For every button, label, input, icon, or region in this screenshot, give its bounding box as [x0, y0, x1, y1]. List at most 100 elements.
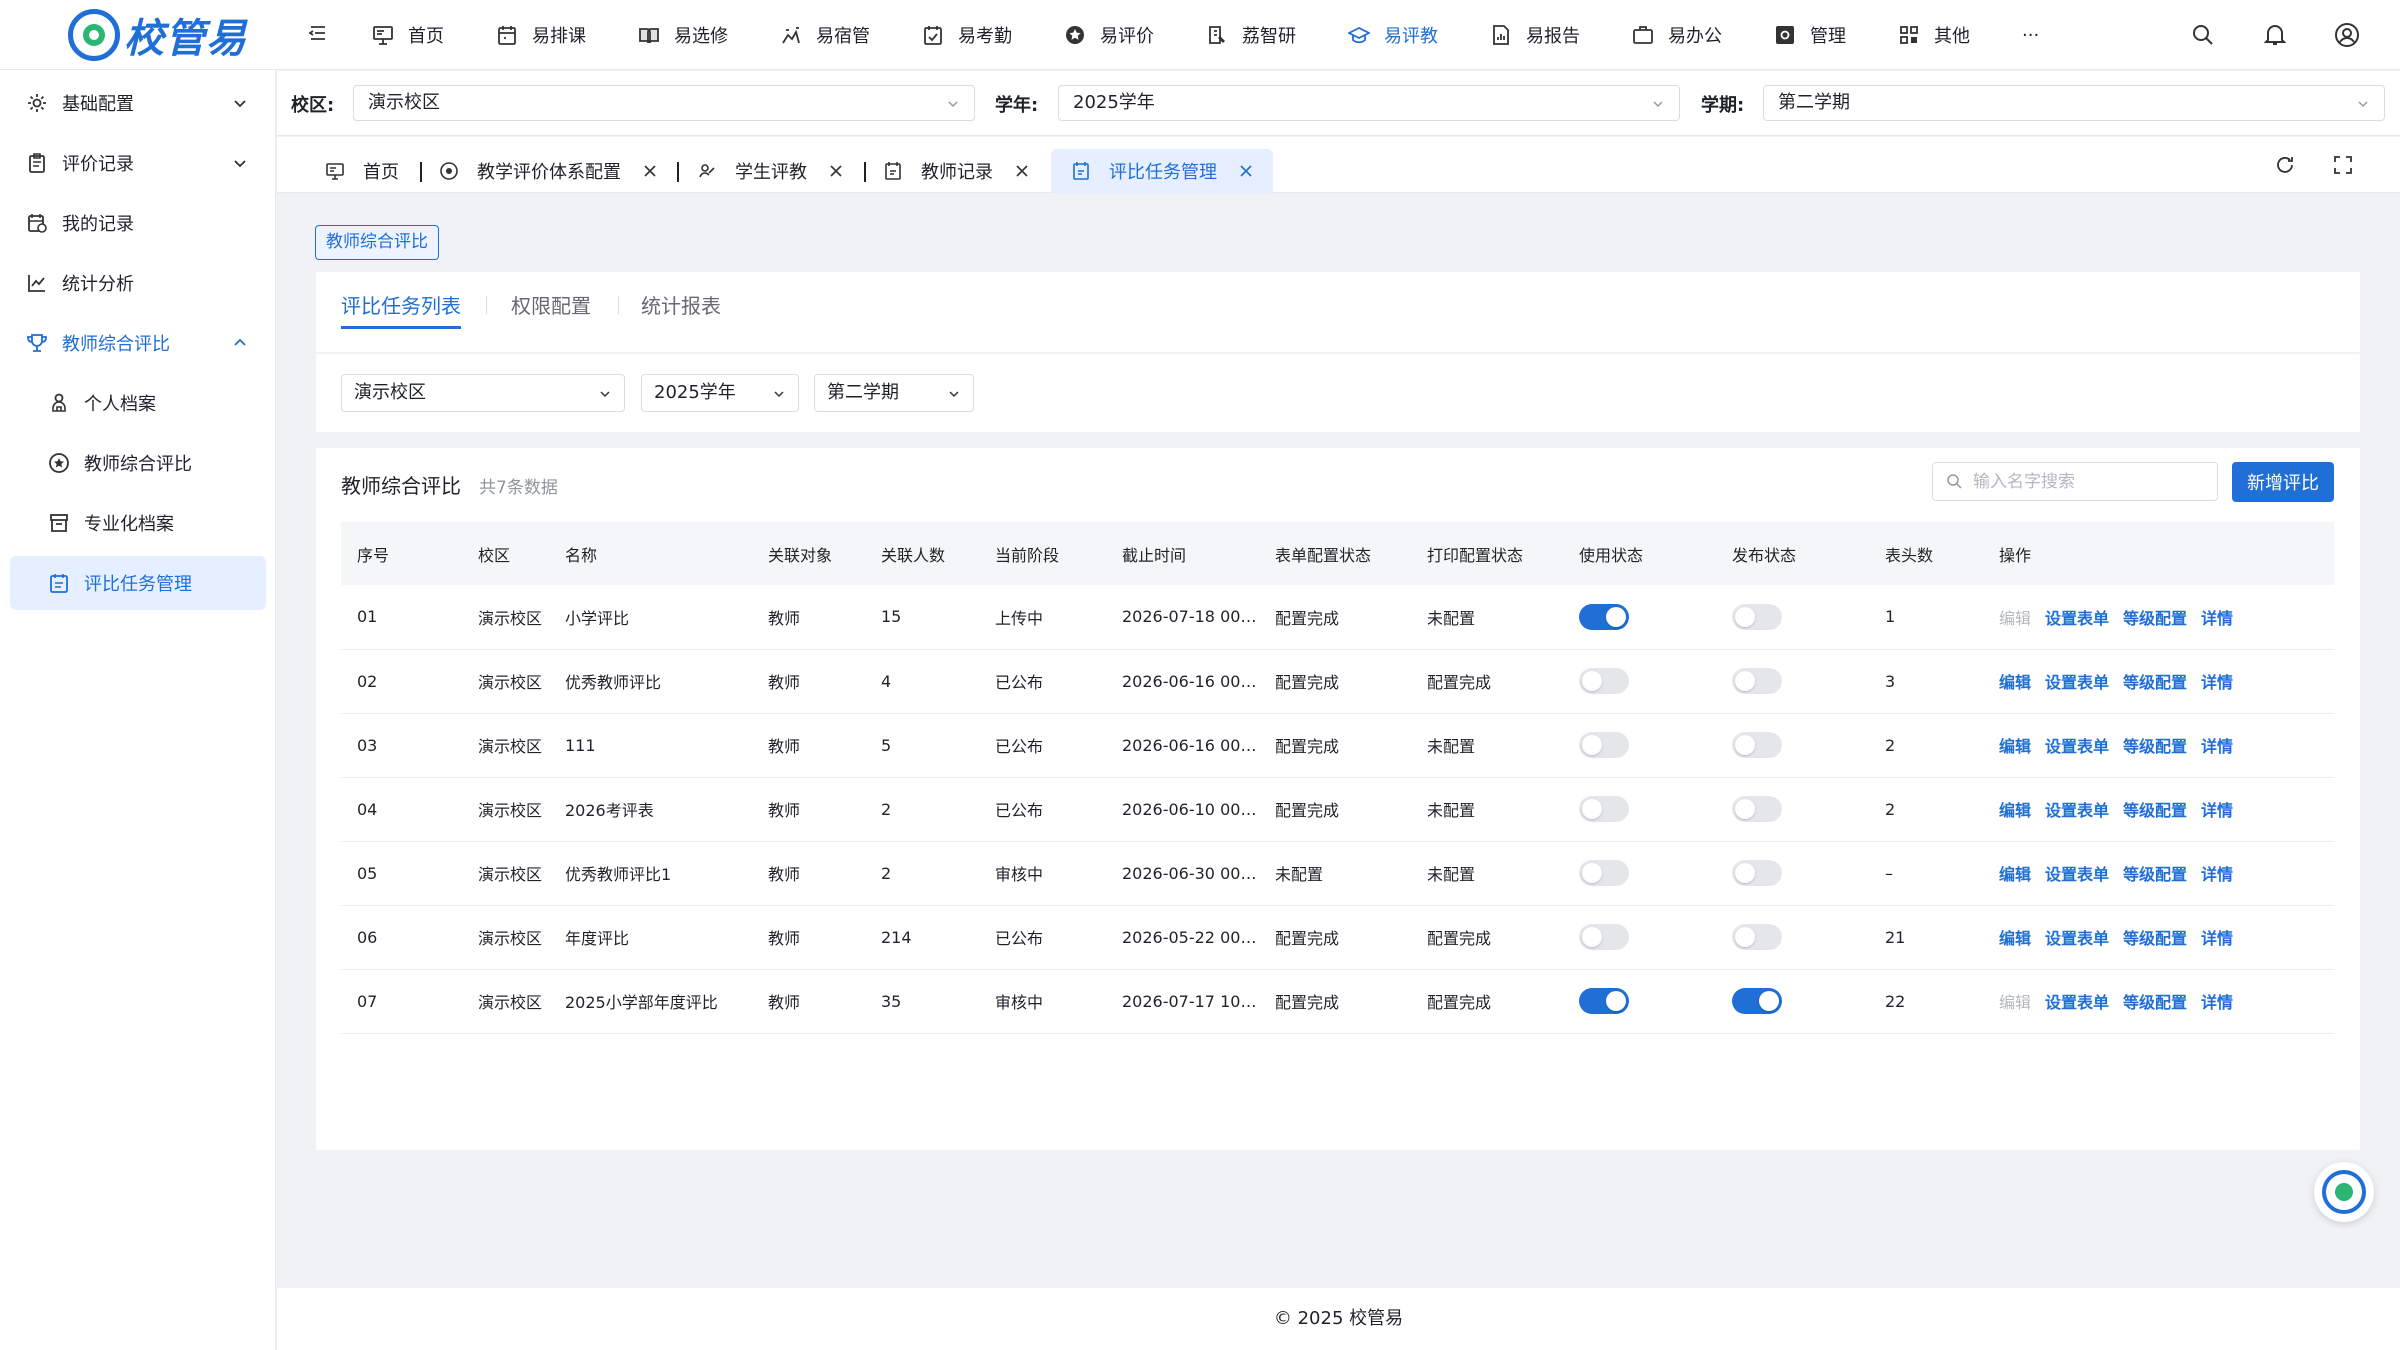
sidebar-item-task-management[interactable]: 评比任务管理 [10, 556, 266, 610]
use-status-toggle[interactable] [1579, 732, 1629, 758]
publish-status-toggle[interactable] [1732, 860, 1782, 886]
grade-config-link[interactable]: 等级配置 [2123, 993, 2187, 1012]
nav-item-3[interactable]: 易宿管 [780, 0, 870, 70]
detail-link[interactable]: 详情 [2201, 609, 2233, 628]
nav-item-label: 管理 [1810, 26, 1846, 47]
grade-config-link[interactable]: 等级配置 [2123, 737, 2187, 756]
subtab-permissions[interactable]: 权限配置 [511, 290, 591, 319]
publish-status-toggle[interactable] [1732, 603, 1782, 630]
use-status-toggle[interactable] [1579, 603, 1629, 630]
nav-item-6[interactable]: 荔智研 [1206, 0, 1296, 70]
sidebar-item-professional-file[interactable]: 专业化档案 [0, 496, 276, 550]
use-status-toggle[interactable] [1579, 988, 1629, 1014]
search-icon[interactable] [2190, 22, 2216, 48]
use-status-toggle[interactable] [1579, 860, 1629, 886]
bell-icon[interactable] [2262, 22, 2288, 48]
sidebar-item-eval-records[interactable]: 评价记录 [0, 136, 276, 190]
sidebar-item-basic-config[interactable]: 基础配置 [0, 76, 276, 130]
table-row: 04 演示校区 2026考评表 教师 2 已公布 2026-06-10 00:... 配置完成… [341, 777, 2334, 842]
publish-status-toggle[interactable] [1732, 924, 1782, 950]
tab-home[interactable]: 首页 [325, 149, 399, 193]
cell-print-status: 配置完成 [1411, 905, 1563, 970]
grade-config-link[interactable]: 等级配置 [2123, 865, 2187, 884]
nav-item-2[interactable]: 易选修 [638, 0, 728, 70]
nav-item-10[interactable]: 管理 [1774, 0, 1846, 70]
list-campus-select[interactable]: 演示校区 [341, 374, 625, 412]
year-select[interactable]: 2025学年 [1058, 85, 1680, 121]
fullscreen-icon[interactable] [2331, 153, 2355, 177]
calendar-record-icon [28, 214, 47, 233]
detail-link[interactable]: 详情 [2201, 865, 2233, 884]
set-form-link[interactable]: 设置表单 [2045, 929, 2109, 948]
nav-item-1[interactable]: 易排课 [496, 0, 586, 70]
detail-link[interactable]: 详情 [2201, 737, 2233, 756]
set-form-link[interactable]: 设置表单 [2045, 673, 2109, 692]
use-status-toggle[interactable] [1579, 924, 1629, 950]
list-term-select[interactable]: 第二学期 [814, 374, 974, 412]
detail-link[interactable]: 详情 [2201, 673, 2233, 692]
nav-item-9[interactable]: 易办公 [1632, 0, 1722, 70]
campus-select[interactable]: 演示校区 [353, 85, 975, 121]
task-list-icon [50, 574, 68, 593]
floating-assistant-button[interactable] [2314, 1162, 2374, 1222]
close-icon[interactable] [1239, 164, 1253, 178]
user-avatar-icon[interactable] [2334, 22, 2360, 48]
close-icon[interactable] [643, 164, 657, 178]
nav-item-4[interactable]: 易考勤 [922, 0, 1012, 70]
nav-item-8[interactable]: 易报告 [1490, 0, 1580, 70]
term-select[interactable]: 第二学期 [1763, 85, 2385, 121]
publish-status-toggle[interactable] [1732, 988, 1782, 1014]
edit-link[interactable]: 编辑 [1999, 929, 2031, 948]
sidebar-item-teacher-ranking[interactable]: 教师综合评比 [0, 316, 276, 370]
grade-config-link[interactable]: 等级配置 [2123, 929, 2187, 948]
cell-count: 15 [865, 585, 979, 650]
tab-task-management[interactable]: 评比任务管理 [1051, 149, 1273, 193]
edit-link[interactable]: 编辑 [1999, 673, 2031, 692]
detail-link[interactable]: 详情 [2201, 993, 2233, 1012]
sidebar-item-teacher-ranking-sub[interactable]: 教师综合评比 [0, 436, 276, 490]
cell-count: 2 [865, 777, 979, 842]
publish-status-toggle[interactable] [1732, 732, 1782, 758]
nav-item-11[interactable]: 其他 [1898, 0, 1970, 70]
term-select-value: 第二学期 [1778, 92, 1850, 113]
sidebar-item-stats[interactable]: 统计分析 [0, 256, 276, 310]
nav-item-7[interactable]: 易评教 [1346, 0, 1438, 70]
close-icon[interactable] [829, 164, 843, 178]
close-icon[interactable] [1015, 164, 1029, 178]
search-input[interactable] [1973, 465, 2209, 498]
set-form-link[interactable]: 设置表单 [2045, 993, 2109, 1012]
nav-item-12[interactable]: ··· [2022, 0, 2039, 70]
publish-status-toggle[interactable] [1732, 796, 1782, 822]
edit-link[interactable]: 编辑 [1999, 737, 2031, 756]
set-form-link[interactable]: 设置表单 [2045, 865, 2109, 884]
list-year-select[interactable]: 2025学年 [641, 374, 799, 412]
refresh-icon[interactable] [2273, 153, 2297, 177]
set-form-link[interactable]: 设置表单 [2045, 737, 2109, 756]
tab-eval-system-config[interactable]: 教学评价体系配置 [439, 149, 657, 193]
grade-config-link[interactable]: 等级配置 [2123, 609, 2187, 628]
edit-link[interactable]: 编辑 [1999, 801, 2031, 820]
grade-config-link[interactable]: 等级配置 [2123, 801, 2187, 820]
set-form-link[interactable]: 设置表单 [2045, 609, 2109, 628]
search-field[interactable] [1932, 462, 2218, 501]
tab-teacher-records[interactable]: 教师记录 [883, 149, 1029, 193]
grade-config-link[interactable]: 等级配置 [2123, 673, 2187, 692]
collapse-sidebar-icon[interactable] [306, 22, 330, 46]
app-logo[interactable]: 校管易 [68, 4, 247, 66]
subtab-reports[interactable]: 统计报表 [641, 290, 721, 319]
use-status-toggle[interactable] [1579, 796, 1629, 822]
subtab-task-list[interactable]: 评比任务列表 [341, 290, 461, 319]
sidebar-item-my-records[interactable]: 我的记录 [0, 196, 276, 250]
nav-item-5[interactable]: 易评价 [1064, 0, 1154, 70]
edit-link[interactable]: 编辑 [1999, 865, 2031, 884]
publish-status-toggle[interactable] [1732, 668, 1782, 694]
detail-link[interactable]: 详情 [2201, 929, 2233, 948]
add-ranking-button[interactable]: 新增评比 [2232, 462, 2334, 502]
use-status-toggle[interactable] [1579, 668, 1629, 694]
nav-item-0[interactable]: 首页 [372, 0, 444, 70]
cell-no: 03 [341, 713, 462, 778]
tab-student-eval[interactable]: 学生评教 [697, 149, 843, 193]
sidebar-item-personal-file[interactable]: 个人档案 [0, 376, 276, 430]
set-form-link[interactable]: 设置表单 [2045, 801, 2109, 820]
detail-link[interactable]: 详情 [2201, 801, 2233, 820]
